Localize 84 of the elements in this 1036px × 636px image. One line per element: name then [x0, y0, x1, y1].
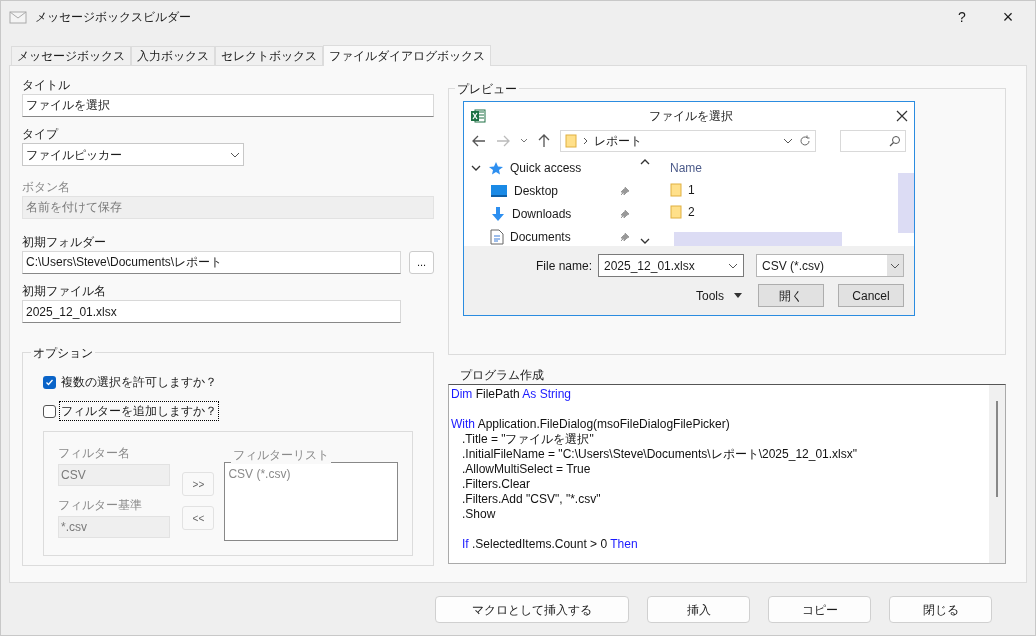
spreadsheet-icon	[470, 107, 486, 124]
address-bar[interactable]: レポート	[560, 130, 816, 152]
chevron-right-icon	[583, 137, 588, 145]
folder-icon	[670, 183, 682, 197]
type-dropdown[interactable]: ファイルピッカー	[22, 143, 244, 166]
chevron-down-icon	[728, 262, 738, 269]
file-name-label: File name:	[535, 257, 592, 275]
folder-path: レポート	[594, 133, 643, 150]
code-line: .InitialFileName = "C:\Users\Steve\Documents\レポート\2025_12_01.xlsx"	[461, 447, 858, 462]
field-label: フィルター名	[58, 445, 131, 462]
pin-icon[interactable]	[620, 232, 630, 242]
refresh-icon[interactable]	[799, 135, 811, 147]
dialog-button[interactable]: 閉じる	[889, 596, 992, 623]
document-icon	[490, 229, 504, 245]
code-line: Dim FilePath As String	[451, 387, 573, 402]
field-label: タイプ	[22, 126, 60, 143]
nav-item[interactable]: Documents	[510, 228, 614, 246]
chevron-down-icon	[230, 151, 240, 158]
dialog-title: ファイルを選択	[648, 107, 734, 125]
chevron-down-icon[interactable]	[783, 138, 793, 144]
nav-item[interactable]: Quick access	[510, 159, 634, 177]
close-icon[interactable]	[896, 109, 908, 122]
vertical-scrollbar[interactable]	[989, 385, 1005, 563]
folder-icon	[565, 134, 577, 148]
field-label: フィルター基準	[58, 497, 143, 514]
dialog-button[interactable]: 挿入	[647, 596, 750, 623]
checkmark-icon	[45, 377, 54, 387]
checkbox[interactable]	[43, 404, 56, 418]
dialog-button[interactable]: マクロとして挿入する	[435, 596, 629, 623]
group-label: プログラム作成	[460, 367, 545, 384]
code-line: .Filters.Add "CSV", "*.csv"	[461, 492, 602, 507]
up-arrow-icon[interactable]	[538, 134, 550, 148]
tab[interactable]: セレクトボックス	[215, 46, 323, 65]
file-name-dropdown[interactable]: 2025_12_01.xlsx	[598, 254, 744, 277]
file-name-field[interactable]: 2025_12_01.xlsx	[22, 300, 401, 323]
star-icon	[488, 161, 504, 175]
cancel-button[interactable]: Cancel	[838, 284, 904, 307]
field-label: タイトル	[22, 77, 71, 94]
code-line: .Filters.Clear	[461, 477, 531, 492]
close-button[interactable]: ×	[985, 1, 1031, 33]
file-item[interactable]: 2	[688, 203, 695, 221]
dialog-button[interactable]: コピー	[768, 596, 871, 623]
checkbox[interactable]	[43, 375, 56, 389]
folder-icon	[670, 205, 682, 219]
field-label: 初期ファイル名	[22, 283, 107, 300]
checkbox-label[interactable]: 複数の選択を許可しますか？	[59, 373, 219, 391]
field-label: 初期フォルダー	[22, 234, 107, 251]
help-button[interactable]: ?	[939, 1, 985, 33]
file-type-dropdown[interactable]: CSV (*.csv)	[756, 254, 904, 277]
code-line: .Show	[461, 507, 497, 522]
code-line: .AllowMultiSelect = True	[461, 462, 592, 477]
chevron-down-icon[interactable]	[470, 165, 482, 171]
field-label: ボタン名	[22, 179, 71, 196]
chevron-down-icon	[890, 262, 900, 269]
group-label: オプション	[31, 344, 95, 362]
checkbox-label[interactable]: フィルターを追加しますか？	[59, 401, 219, 421]
desktop-icon	[490, 184, 508, 198]
pin-icon[interactable]	[620, 209, 630, 219]
search-icon	[889, 135, 901, 147]
dropdown-triangle-icon[interactable]	[734, 293, 742, 298]
nav-item[interactable]: Downloads	[512, 205, 614, 223]
tools-menu[interactable]: Tools	[696, 286, 742, 305]
back-arrow-icon[interactable]	[472, 135, 486, 147]
open-button[interactable]: 開く	[758, 284, 824, 307]
vertical-scrollbar[interactable]	[898, 173, 914, 233]
code-line: If .SelectedItems.Count > 0 Then	[461, 537, 639, 552]
horizontal-scrollbar[interactable]	[674, 232, 842, 246]
search-field[interactable]	[840, 130, 906, 152]
code-line: With Application.FileDialog(msoFileDialogFilePicker)	[451, 417, 731, 432]
tab[interactable]: ファイルダイアログボックス	[323, 45, 491, 66]
folder-field[interactable]: C:\Users\Steve\Documents\レポート	[22, 251, 401, 274]
column-header[interactable]: Name	[670, 159, 898, 177]
nav-item[interactable]: Desktop	[514, 182, 614, 200]
code-line: .Title = "ファイルを選択"	[461, 432, 595, 447]
download-arrow-icon	[490, 206, 506, 222]
pin-icon[interactable]	[620, 186, 630, 196]
envelope-icon	[9, 10, 27, 24]
browse-button[interactable]: ...	[409, 251, 434, 274]
group-label: プレビュー	[455, 80, 519, 98]
tab[interactable]: 入力ボックス	[131, 46, 215, 65]
title-field[interactable]: ファイルを選択	[22, 94, 434, 117]
tab[interactable]: メッセージボックス	[11, 46, 131, 65]
window-title: メッセージボックスビルダー	[35, 9, 191, 26]
file-item[interactable]: 1	[688, 181, 695, 199]
